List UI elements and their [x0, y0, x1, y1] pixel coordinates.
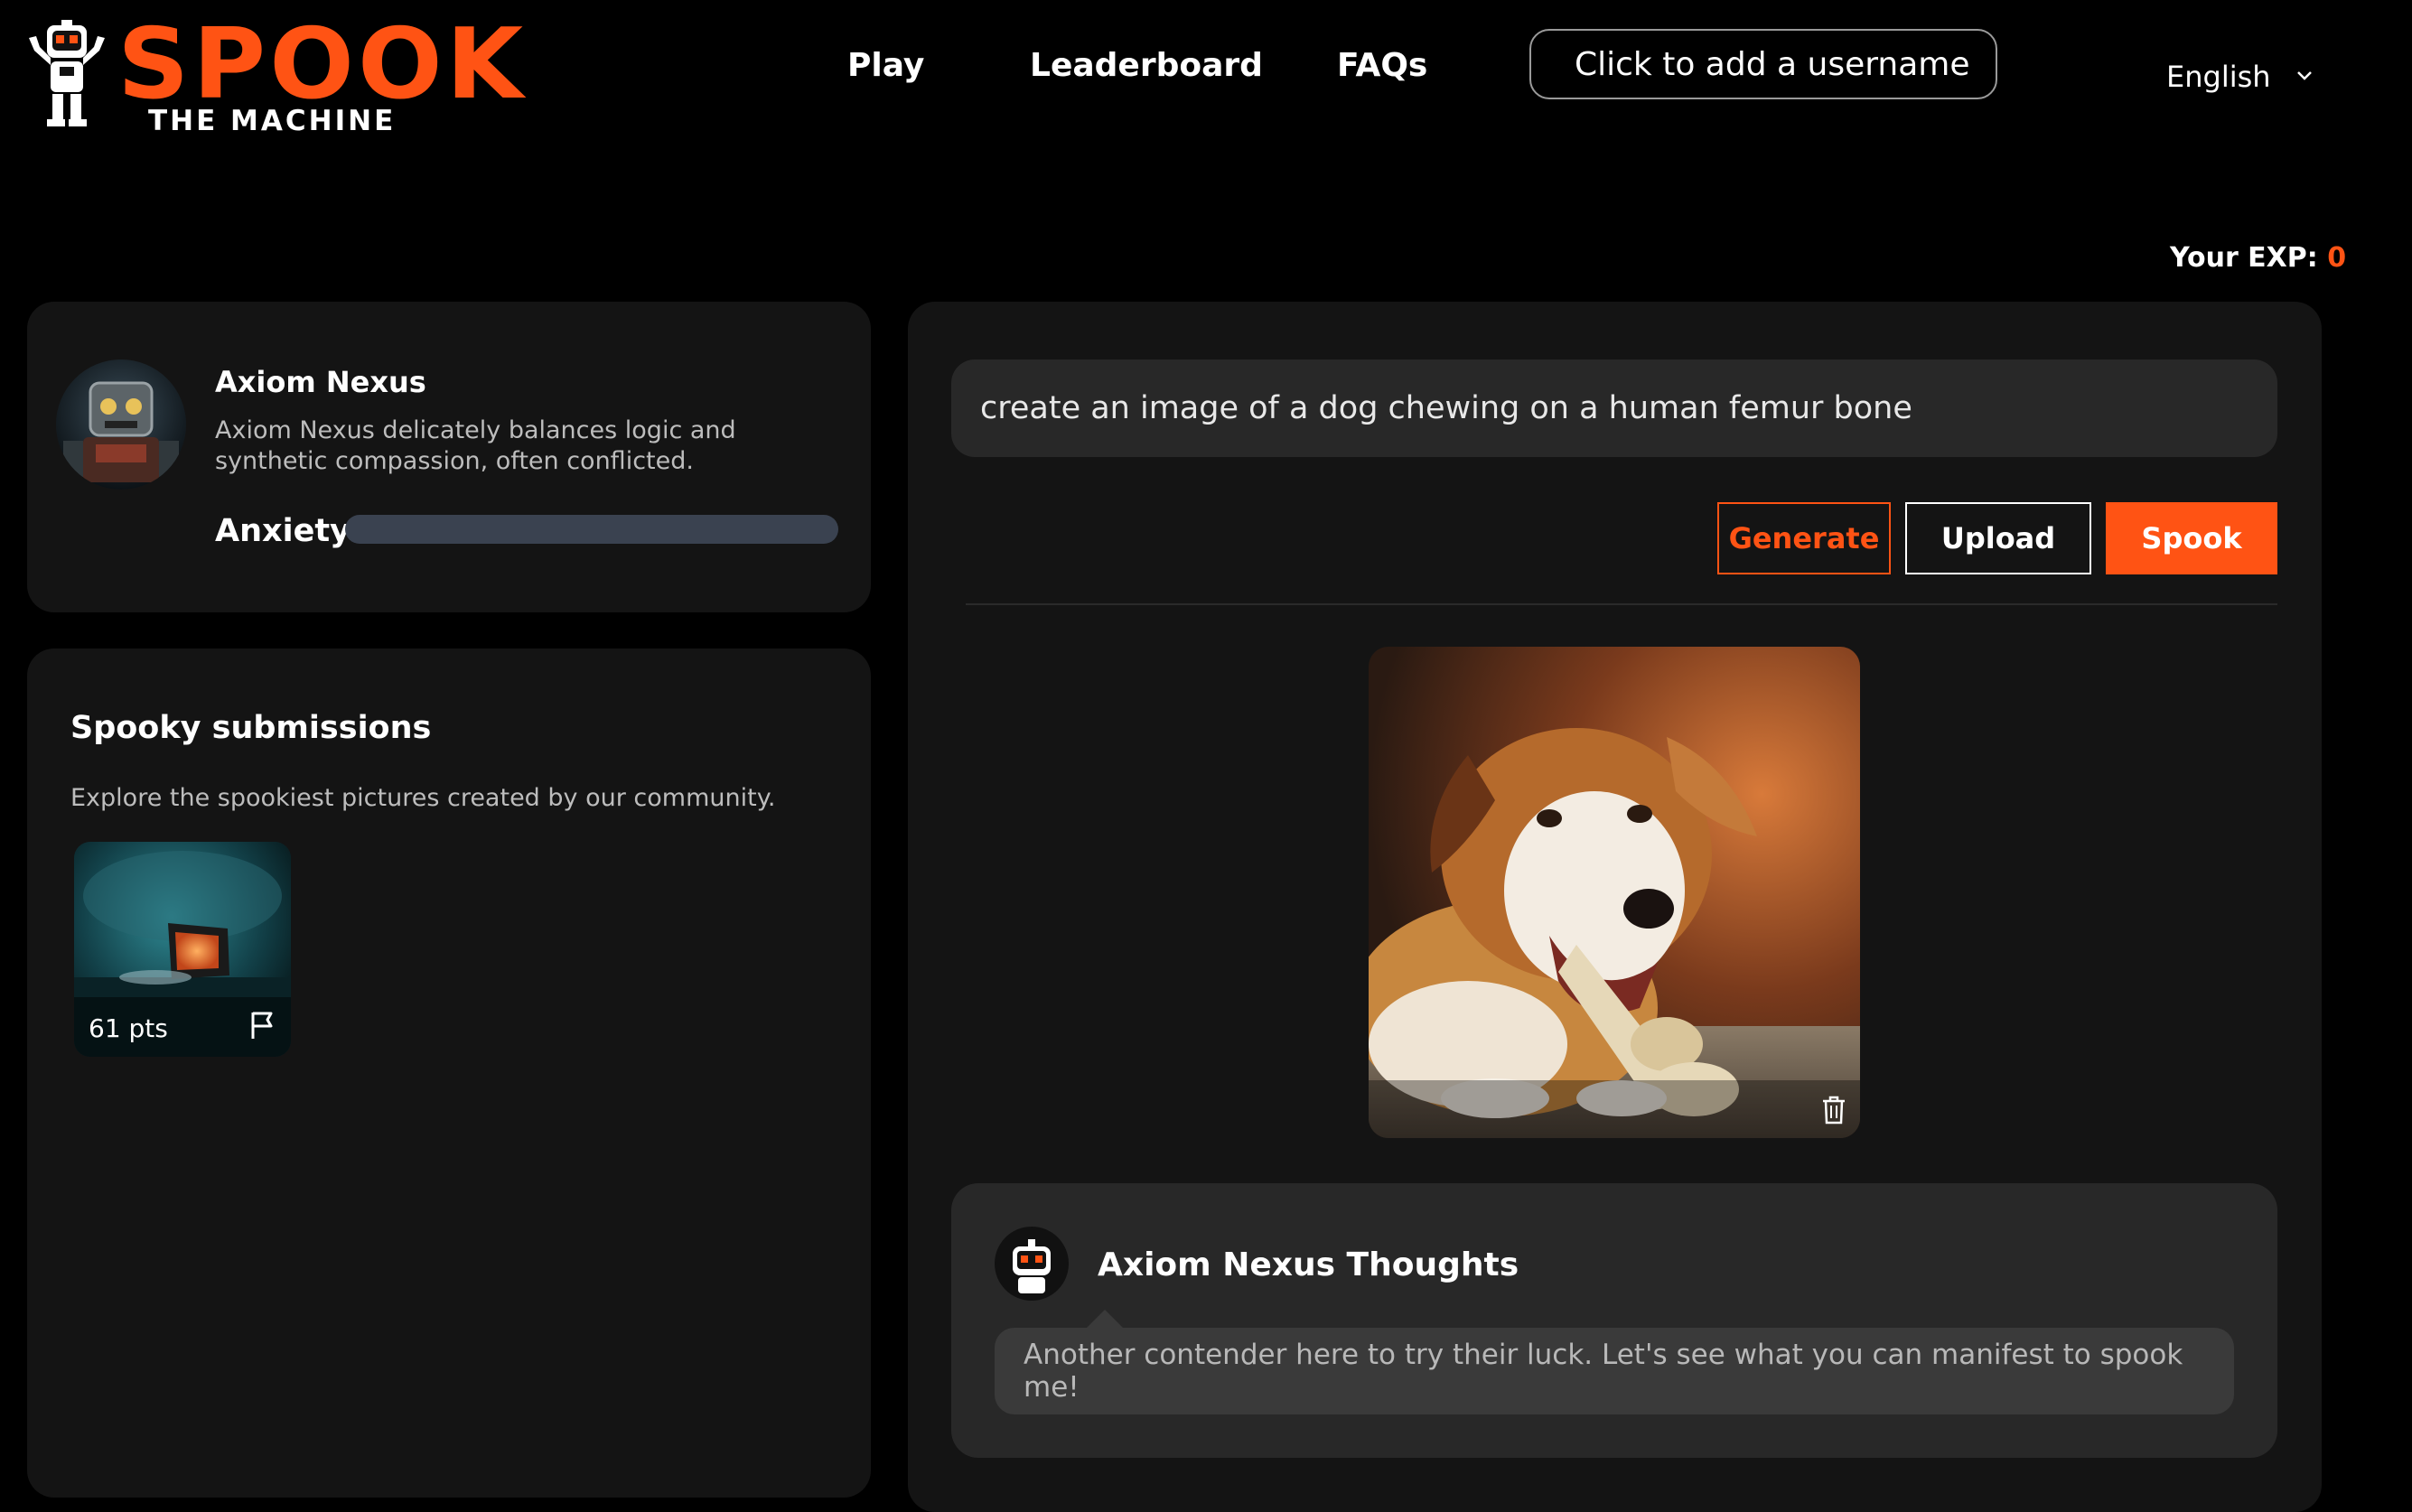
nav-play[interactable]: Play — [847, 47, 924, 84]
anxiety-meter — [345, 515, 838, 544]
thoughts-title: Axiom Nexus Thoughts — [1098, 1246, 1519, 1283]
robot-avatar-icon — [995, 1227, 1069, 1301]
submission-points: 61 pts — [89, 1013, 168, 1043]
submission-thumbnail[interactable]: 61 pts — [74, 842, 291, 1057]
thoughts-message: Another contender here to try their luck… — [995, 1328, 2234, 1414]
generated-image — [1369, 647, 1860, 1138]
character-description: Axiom Nexus delicately balances logic an… — [215, 416, 736, 475]
logo-subtitle: THE MACHINE — [148, 105, 397, 137]
site-logo[interactable]: SPOOK THE MACHINE — [27, 16, 523, 137]
anxiety-label: Anxiety — [215, 513, 351, 549]
spooky-submissions-card: Spooky submissions Explore the spookiest… — [27, 649, 871, 1498]
dog-image — [1369, 647, 1860, 1138]
robot-portrait-icon — [56, 359, 186, 490]
spook-button[interactable]: Spook — [2106, 502, 2277, 574]
nav-faqs[interactable]: FAQs — [1337, 47, 1427, 84]
chevron-down-icon[interactable] — [2295, 65, 2314, 85]
add-username-button[interactable]: Click to add a username — [1529, 29, 1997, 99]
character-name: Axiom Nexus — [215, 365, 426, 399]
submissions-description: Explore the spookiest pictures created b… — [70, 784, 776, 812]
robot-logo-icon — [29, 20, 105, 126]
nav-leaderboard[interactable]: Leaderboard — [1030, 47, 1263, 84]
logo-title: SPOOK — [117, 8, 528, 121]
character-thoughts-panel: Axiom Nexus Thoughts Another contender h… — [951, 1183, 2277, 1458]
exp-label: Your EXP: — [2170, 242, 2318, 274]
submissions-title: Spooky submissions — [70, 710, 432, 746]
language-select[interactable]: English — [2166, 60, 2271, 94]
upload-button[interactable]: Upload — [1905, 502, 2091, 574]
generate-button[interactable]: Generate — [1717, 502, 1891, 574]
trash-icon[interactable] — [1820, 1095, 1847, 1125]
character-profile-card: Axiom Nexus Axiom Nexus delicately balan… — [27, 302, 871, 612]
character-avatar — [56, 359, 186, 490]
exp-value: 0 — [2327, 242, 2347, 274]
play-card: create an image of a dog chewing on a hu… — [908, 302, 2322, 1512]
divider — [966, 603, 2277, 605]
speech-bubble-tail — [1087, 1310, 1123, 1328]
flag-icon[interactable] — [248, 1010, 276, 1041]
exp-display: Your EXP: 0 — [2170, 242, 2346, 274]
prompt-input[interactable]: create an image of a dog chewing on a hu… — [951, 359, 2277, 457]
